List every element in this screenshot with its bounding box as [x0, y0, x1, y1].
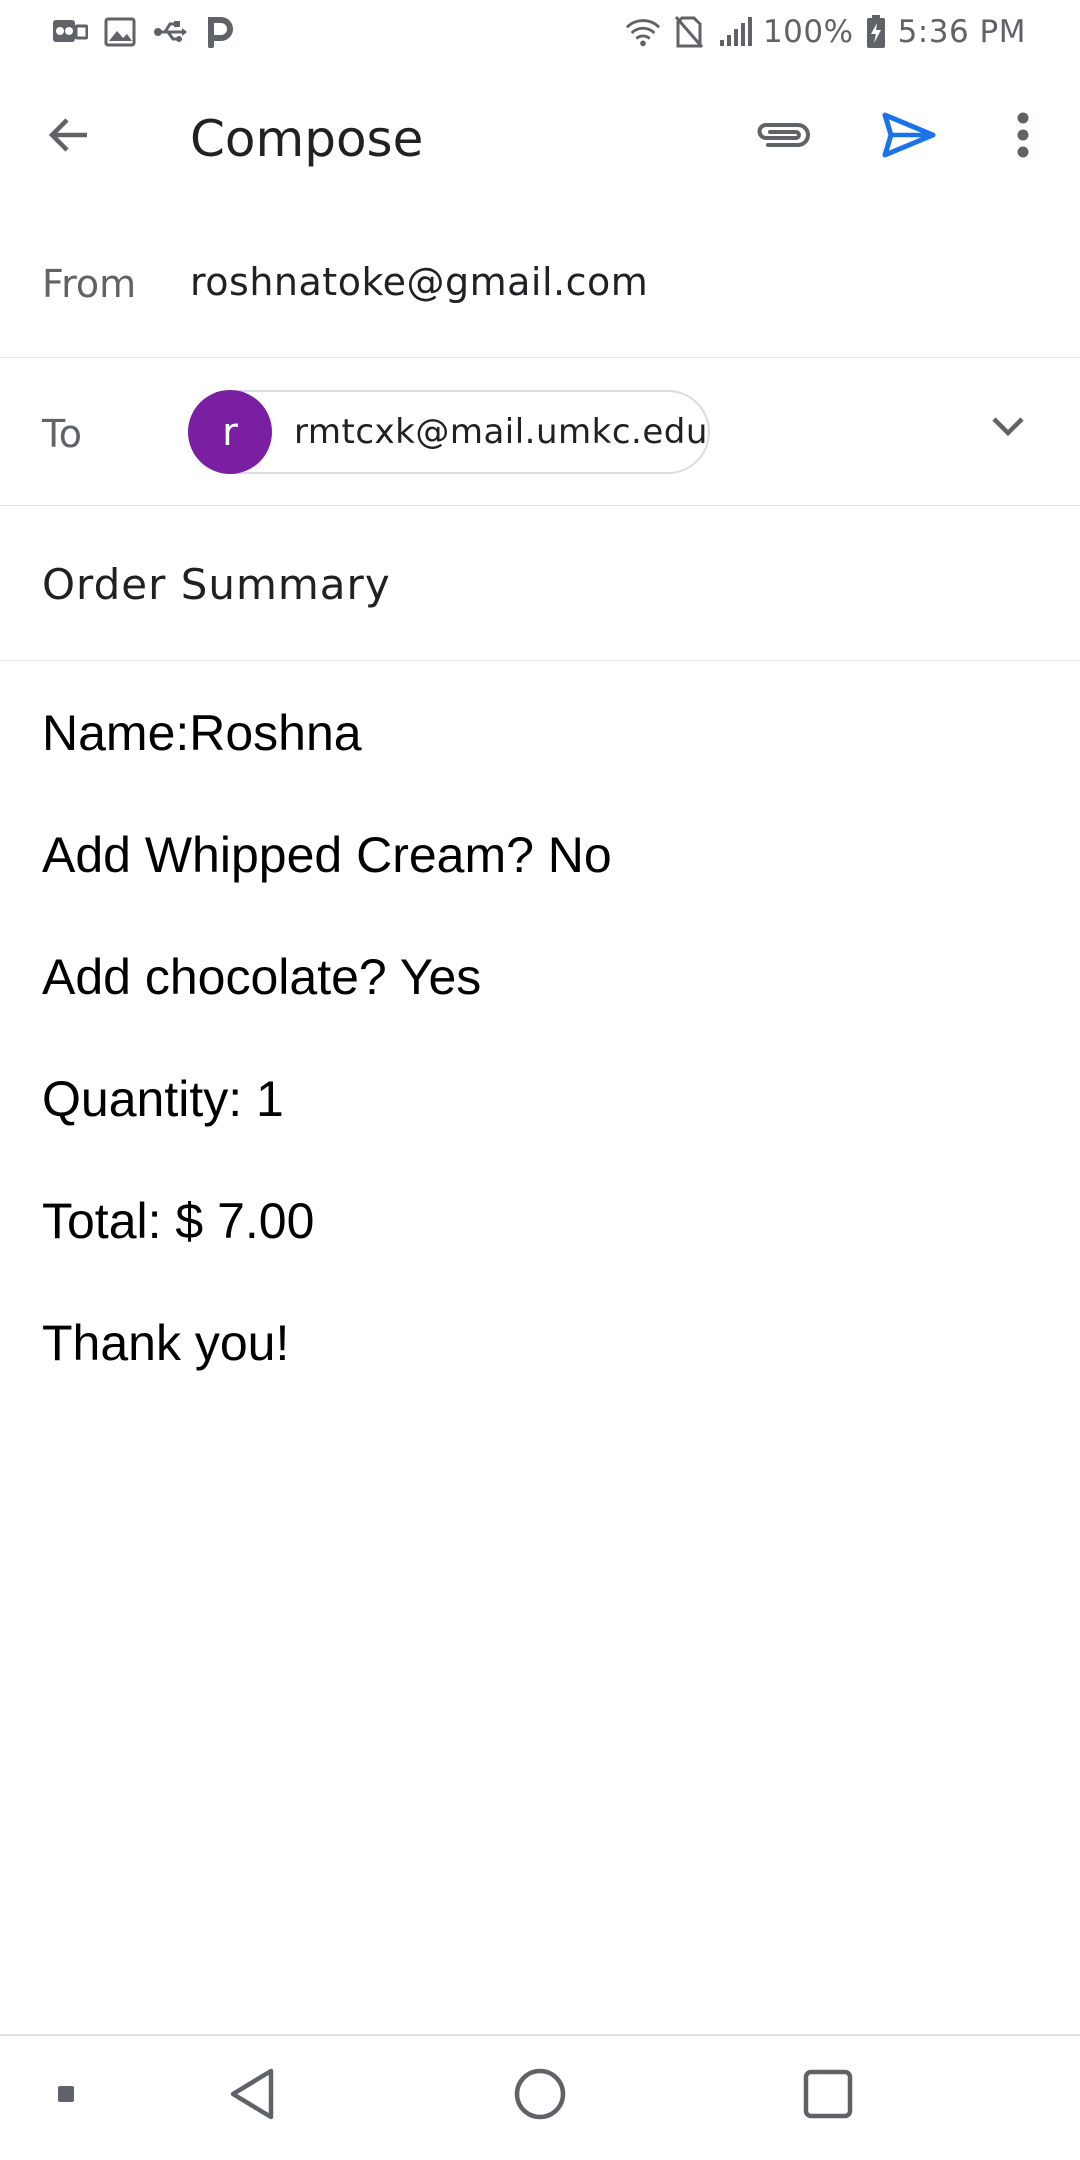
- send-icon: [881, 111, 937, 164]
- no-sim-icon: [671, 14, 707, 50]
- more-options-button[interactable]: [988, 102, 1058, 172]
- expand-recipients-button[interactable]: [978, 398, 1038, 458]
- chevron-down-icon: [991, 415, 1025, 442]
- battery-charging-icon: [864, 14, 888, 50]
- body-line: Add chocolate? Yes: [42, 949, 482, 1005]
- nav-back-button[interactable]: [216, 2056, 288, 2136]
- subject-input[interactable]: Order Summary: [42, 560, 391, 609]
- body-line: Total: $ 7.00: [42, 1193, 315, 1249]
- home-circle-icon: [513, 2067, 567, 2126]
- attach-button[interactable]: [748, 102, 818, 172]
- recipient-chip[interactable]: r rmtcxk@mail.umkc.edu: [188, 390, 710, 474]
- status-time: 5:36 PM: [897, 14, 1026, 50]
- wifi-icon: [625, 14, 661, 50]
- nav-dot-button[interactable]: [46, 2056, 86, 2136]
- more-vert-icon: [1016, 112, 1030, 163]
- arrow-back-icon: [45, 111, 93, 164]
- status-bar: 100% 5:36 PM: [0, 0, 1080, 64]
- send-button[interactable]: [874, 102, 944, 172]
- status-right-icons: 100% 5:36 PM: [625, 12, 1026, 52]
- back-button[interactable]: [34, 102, 104, 172]
- app-bar: Compose: [0, 64, 1080, 208]
- signal-icon: [717, 14, 753, 50]
- body-line: Name:Roshna: [42, 705, 362, 761]
- nav-recents-button[interactable]: [792, 2056, 864, 2136]
- to-field[interactable]: To r rmtcxk@mail.umkc.edu: [0, 358, 1080, 506]
- dot-icon: [57, 2085, 75, 2108]
- from-label: From: [42, 262, 137, 306]
- back-triangle-icon: [227, 2067, 277, 2126]
- nav-home-button[interactable]: [502, 2056, 578, 2136]
- body-line: Thank you!: [42, 1315, 290, 1371]
- image-icon: [102, 14, 138, 50]
- from-field[interactable]: From roshnatoke@gmail.com: [0, 208, 1080, 358]
- recipient-email: rmtcxk@mail.umkc.edu: [294, 412, 708, 452]
- avatar: r: [188, 390, 272, 474]
- body-line: Add Whipped Cream? No: [42, 827, 612, 883]
- paperclip-icon: [754, 117, 812, 158]
- page-title: Compose: [190, 110, 424, 168]
- to-label: To: [42, 412, 83, 456]
- battery-percent: 100%: [762, 14, 854, 50]
- email-body[interactable]: Name:Roshna Add Whipped Cream? No Add ch…: [42, 690, 1038, 1422]
- from-value[interactable]: roshnatoke@gmail.com: [190, 260, 648, 304]
- body-line: Quantity: 1: [42, 1071, 284, 1127]
- parking-icon: [202, 14, 238, 50]
- navigation-bar: [0, 2034, 1080, 2160]
- subject-field[interactable]: Order Summary: [0, 506, 1080, 661]
- voicemail-icon: [52, 14, 88, 50]
- usb-icon: [152, 14, 188, 50]
- status-left-icons: [52, 14, 238, 50]
- recents-square-icon: [802, 2068, 854, 2125]
